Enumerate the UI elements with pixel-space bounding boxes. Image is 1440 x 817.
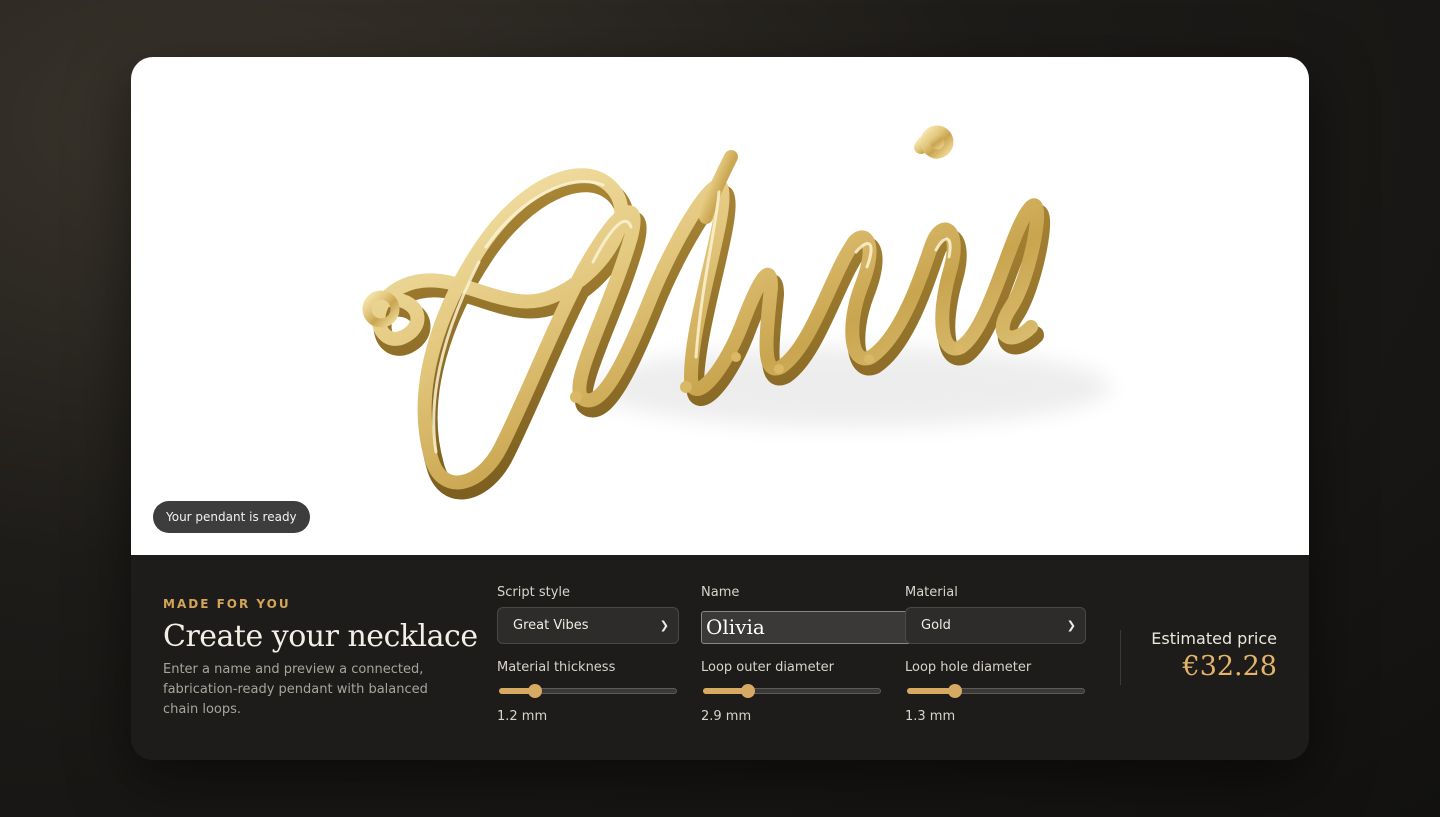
- estimated-price-label: Estimated price: [1151, 629, 1277, 648]
- material-thickness-value: 1.2 mm: [497, 709, 548, 724]
- pendant-ready-badge: Your pendant is ready: [153, 501, 310, 533]
- name-label: Name: [701, 585, 740, 600]
- pendant-render: [362, 125, 1111, 500]
- estimated-price-value: €32.28: [1182, 651, 1277, 682]
- chevron-down-icon: ❯: [659, 619, 669, 632]
- script-style-value: Great Vibes: [513, 618, 589, 633]
- loop-outer-diameter-value: 2.9 mm: [701, 709, 752, 724]
- loop-outer-diameter-slider[interactable]: [701, 683, 883, 699]
- slider-thumb[interactable]: [948, 684, 963, 698]
- loop-hole-diameter-value: 1.3 mm: [905, 709, 956, 724]
- pendant-preview: Your pendant is ready: [131, 57, 1309, 555]
- material-select[interactable]: Gold ❯: [905, 607, 1086, 644]
- slider-thumb[interactable]: [740, 684, 755, 698]
- name-input[interactable]: Olivia: [701, 611, 911, 644]
- loop-hole-diameter-label: Loop hole diameter: [905, 660, 1032, 675]
- material-value: Gold: [921, 618, 951, 633]
- intro-description: Enter a name and preview a connected, fa…: [163, 662, 428, 717]
- page-title: Create your necklace: [163, 619, 478, 654]
- material-thickness-slider[interactable]: [497, 683, 679, 699]
- necklace-configurator-card: Your pendant is ready MADE FOR YOU Creat…: [131, 57, 1309, 760]
- loop-hole-diameter-slider[interactable]: [905, 683, 1087, 699]
- script-style-select[interactable]: Great Vibes ❯: [497, 607, 679, 644]
- chevron-down-icon: ❯: [1066, 619, 1076, 632]
- configurator-panel: MADE FOR YOU Create your necklace Enter …: [131, 555, 1309, 760]
- eyebrow-label: MADE FOR YOU: [163, 597, 291, 611]
- loop-outer-diameter-label: Loop outer diameter: [701, 660, 835, 675]
- material-thickness-label: Material thickness: [497, 660, 616, 675]
- script-style-label: Script style: [497, 585, 571, 600]
- price-divider: [1120, 630, 1121, 685]
- material-label: Material: [905, 585, 958, 600]
- slider-thumb[interactable]: [527, 684, 542, 698]
